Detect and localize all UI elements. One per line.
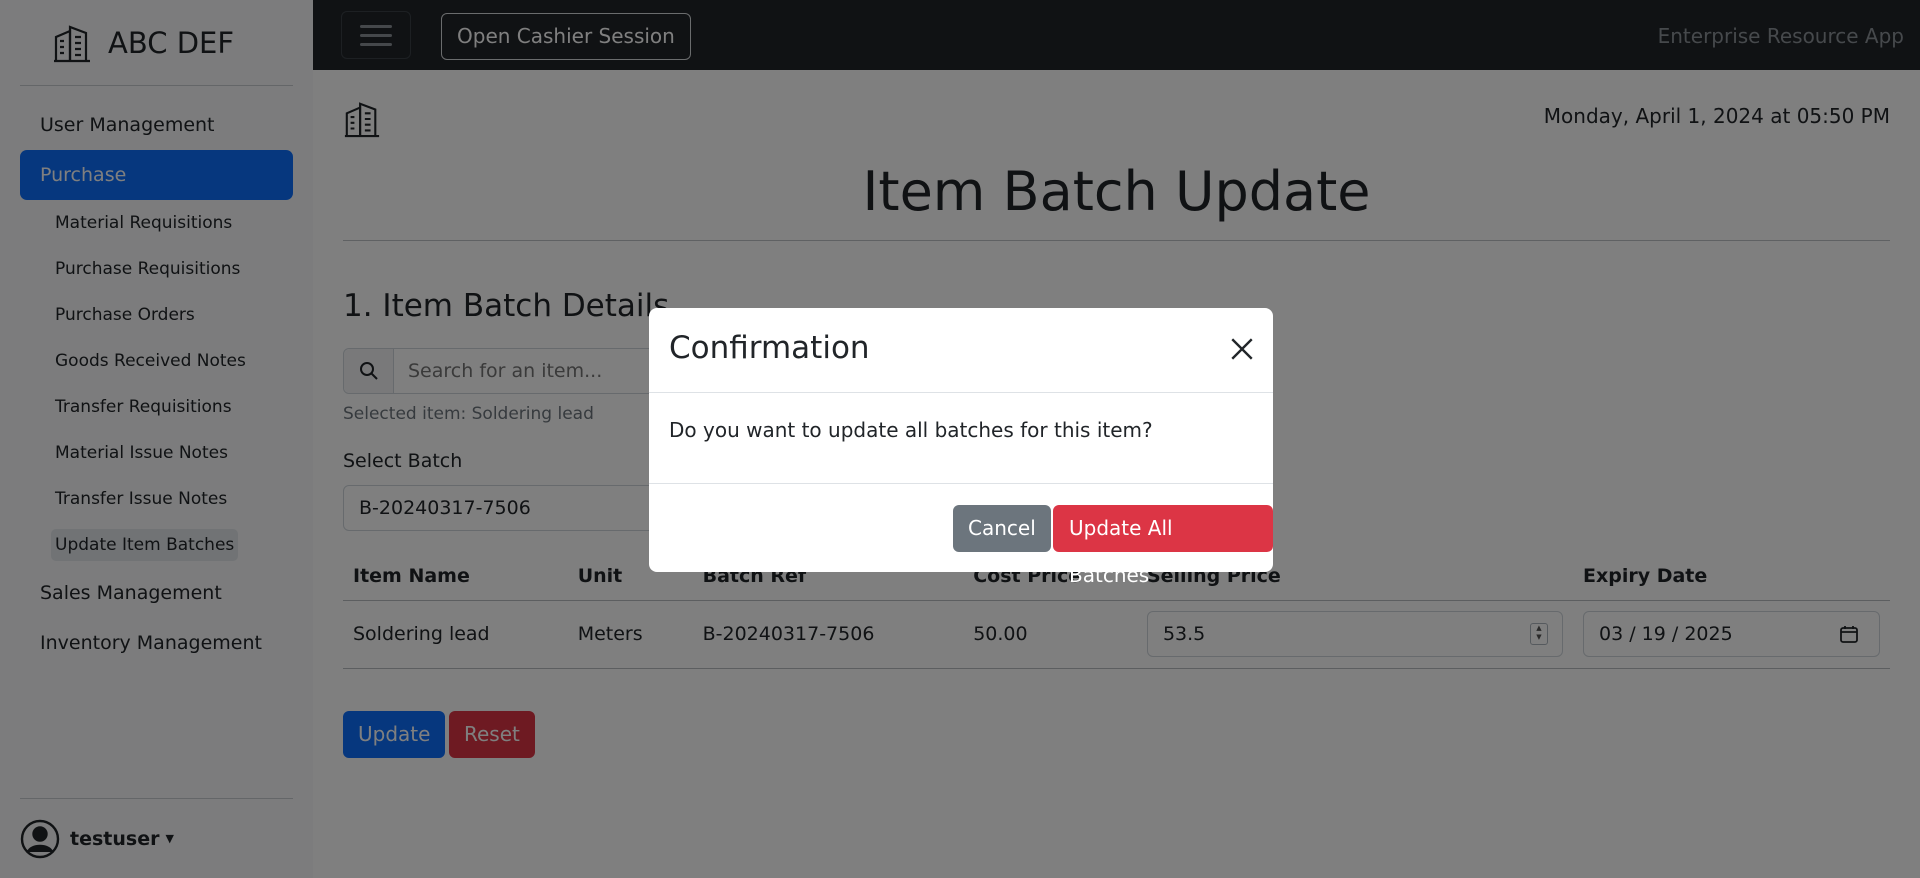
modal-title: Confirmation [669,330,870,366]
cancel-button[interactable]: Cancel [953,505,1051,552]
confirmation-modal: Confirmation Do you want to update all b… [649,308,1273,587]
modal-body: Do you want to update all batches for th… [649,393,1273,484]
update-all-batches-button[interactable]: Update All Batches [1053,505,1273,587]
modal-footer: Cancel Update All Batches [649,484,1273,587]
close-icon[interactable] [1229,336,1255,362]
modal-header: Confirmation [649,308,1273,393]
